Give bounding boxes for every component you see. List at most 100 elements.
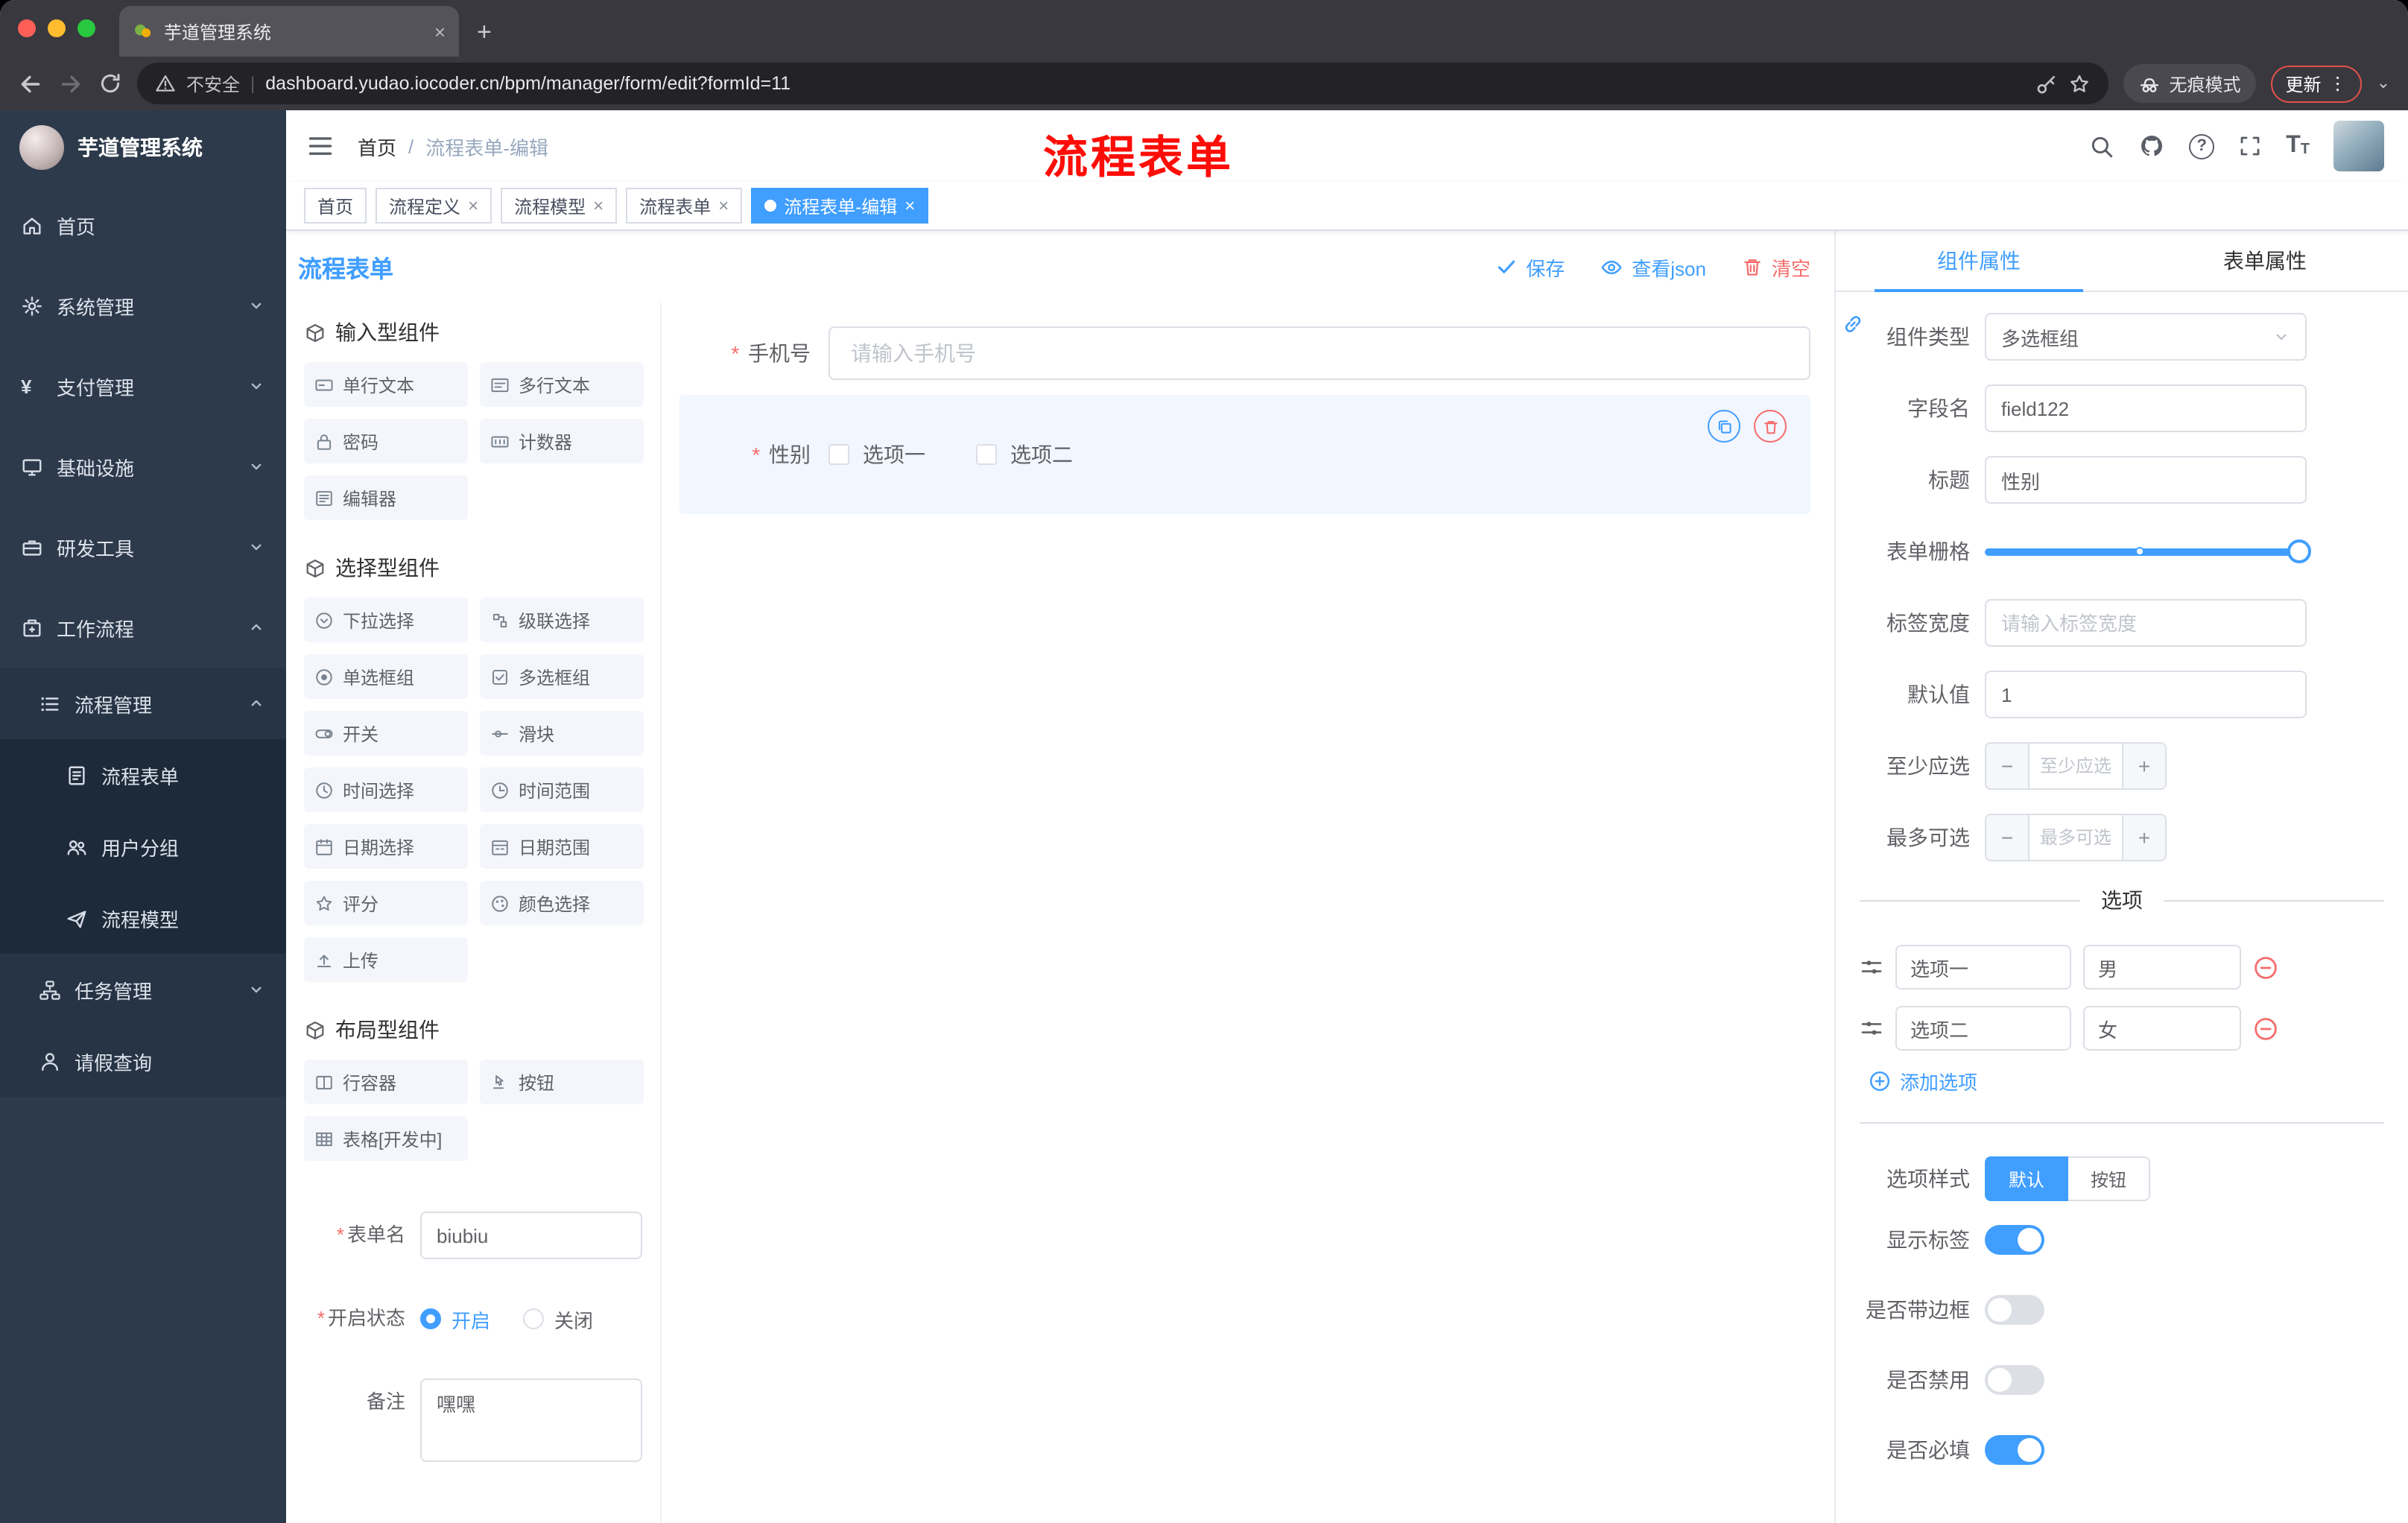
palette-item-checkbox-group[interactable]: 多选框组 xyxy=(480,654,644,699)
palette-item-single-line-text[interactable]: 单行文本 xyxy=(304,362,468,407)
help-icon[interactable]: ? xyxy=(2189,133,2215,159)
sidebar-item-system-management[interactable]: 系统管理 xyxy=(0,265,286,346)
copy-component-button[interactable] xyxy=(1708,410,1740,443)
link-icon[interactable] xyxy=(1842,313,1864,335)
tag-home[interactable]: 首页 xyxy=(304,188,367,224)
tab-component-props[interactable]: 组件属性 xyxy=(1836,231,2122,292)
decrease-button[interactable]: − xyxy=(1986,815,2030,860)
palette-item-rate[interactable]: 评分 xyxy=(304,881,468,925)
label-width-input[interactable] xyxy=(1985,599,2307,647)
security-warning-icon[interactable] xyxy=(155,73,176,94)
sidebar-item-process-management[interactable]: 流程管理 xyxy=(0,668,286,739)
checkbox-option-1[interactable]: 选项一 xyxy=(828,440,925,469)
canvas-field-gender-selected[interactable]: * 性别 选项一 选项二 xyxy=(679,395,1810,514)
palette-item-counter[interactable]: 计数器 xyxy=(480,419,644,463)
profile-caret-icon[interactable]: ⌄ xyxy=(2377,75,2390,92)
canvas-field-phone[interactable]: * 手机号 xyxy=(679,326,1810,380)
decrease-button[interactable]: − xyxy=(1986,744,2030,788)
update-browser-button[interactable]: 更新 ⋮ xyxy=(2270,65,2362,102)
palette-item-row-container[interactable]: 行容器 xyxy=(304,1060,468,1104)
tab-form-props[interactable]: 表单属性 xyxy=(2122,231,2408,291)
palette-item-slider[interactable]: 滑块 xyxy=(480,711,644,756)
palette-item-color-picker[interactable]: 颜色选择 xyxy=(480,881,644,925)
search-icon[interactable] xyxy=(2089,133,2114,159)
font-size-icon[interactable]: TT xyxy=(2286,133,2310,158)
tab-close-icon[interactable]: × xyxy=(434,22,446,41)
default-value-input[interactable] xyxy=(1985,671,2307,718)
tag-close-icon[interactable]: × xyxy=(468,197,478,215)
forward-icon[interactable] xyxy=(58,71,83,96)
option-value-input[interactable] xyxy=(2083,945,2241,990)
option-value-input[interactable] xyxy=(2083,1006,2241,1051)
increase-button[interactable]: + xyxy=(2122,815,2165,860)
increase-button[interactable]: + xyxy=(2122,744,2165,788)
add-option-button[interactable]: 添加选项 xyxy=(1869,1067,2384,1095)
github-icon[interactable] xyxy=(2138,133,2165,159)
palette-item-radio-group[interactable]: 单选框组 xyxy=(304,654,468,699)
title-input[interactable] xyxy=(1985,456,2307,504)
close-window-button[interactable] xyxy=(18,19,36,37)
sidebar-item-leave-query[interactable]: 请假查询 xyxy=(0,1025,286,1097)
border-toggle[interactable] xyxy=(1985,1295,2044,1325)
tag-close-icon[interactable]: × xyxy=(593,197,603,215)
palette-item-cascader[interactable]: 级联选择 xyxy=(480,598,644,642)
sidebar-item-payment-management[interactable]: ¥ 支付管理 xyxy=(0,346,286,426)
palette-item-editor[interactable]: 编辑器 xyxy=(304,475,468,520)
sidebar-item-infrastructure[interactable]: 基础设施 xyxy=(0,426,286,507)
browser-tab[interactable]: 芋道管理系统 × xyxy=(119,6,459,57)
palette-item-upload[interactable]: 上传 xyxy=(304,937,468,982)
fullscreen-icon[interactable] xyxy=(2238,134,2262,158)
field-name-input[interactable] xyxy=(1985,384,2307,432)
radio-enabled[interactable]: 开启 xyxy=(420,1305,490,1333)
tag-process-form-edit[interactable]: 流程表单-编辑 × xyxy=(751,188,929,224)
form-name-input[interactable] xyxy=(420,1212,642,1259)
palette-item-select[interactable]: 下拉选择 xyxy=(304,598,468,642)
palette-item-time-range[interactable]: 时间范围 xyxy=(480,767,644,812)
palette-item-password[interactable]: 密码 xyxy=(304,419,468,463)
tag-close-icon[interactable]: × xyxy=(904,197,915,215)
sidebar-item-user-group[interactable]: 用户分组 xyxy=(0,811,286,882)
show-label-toggle[interactable] xyxy=(1985,1225,2044,1255)
save-button[interactable]: 保存 xyxy=(1496,253,1565,281)
delete-component-button[interactable] xyxy=(1754,410,1787,443)
palette-item-time-picker[interactable]: 时间选择 xyxy=(304,767,468,812)
max-select-input[interactable] xyxy=(2030,815,2122,860)
sidebar-item-process-form[interactable]: 流程表单 xyxy=(0,739,286,811)
view-json-button[interactable]: 查看json xyxy=(1600,253,1706,281)
minimize-window-button[interactable] xyxy=(48,19,66,37)
address-bar[interactable]: 不安全 | dashboard.yudao.iocoder.cn/bpm/man… xyxy=(137,63,2108,104)
option-drag-icon[interactable] xyxy=(1860,955,1883,979)
palette-item-date-range[interactable]: 日期范围 xyxy=(480,824,644,869)
reload-icon[interactable] xyxy=(98,72,122,95)
breadcrumb-home[interactable]: 首页 xyxy=(358,132,396,160)
sidebar-item-task-management[interactable]: 任务管理 xyxy=(0,954,286,1025)
tag-close-icon[interactable]: × xyxy=(718,197,729,215)
grid-slider[interactable] xyxy=(1985,528,2311,575)
palette-item-date-picker[interactable]: 日期选择 xyxy=(304,824,468,869)
clear-button[interactable]: 清空 xyxy=(1742,253,1810,281)
disabled-toggle[interactable] xyxy=(1985,1365,2044,1395)
component-type-select[interactable]: 多选框组 xyxy=(1985,313,2307,361)
sidebar-collapse-icon[interactable] xyxy=(307,133,334,159)
sidebar-item-process-model[interactable]: 流程模型 xyxy=(0,882,286,954)
option-label-input[interactable] xyxy=(1895,945,2071,990)
browser-menu-dots-icon[interactable]: ⋮ xyxy=(2329,73,2347,94)
form-remark-textarea[interactable]: 嘿嘿 xyxy=(420,1378,642,1462)
maximize-window-button[interactable] xyxy=(77,19,95,37)
avatar[interactable] xyxy=(2333,121,2384,171)
tag-process-form[interactable]: 流程表单 × xyxy=(626,188,743,224)
remove-option-button[interactable] xyxy=(2253,1016,2278,1041)
back-icon[interactable] xyxy=(18,71,43,96)
palette-item-table[interactable]: 表格[开发中] xyxy=(304,1116,468,1161)
palette-item-switch[interactable]: 开关 xyxy=(304,711,468,756)
style-button-button[interactable]: 按钮 xyxy=(2068,1156,2151,1201)
tag-process-definition[interactable]: 流程定义 × xyxy=(376,188,492,224)
slider-handle[interactable] xyxy=(2287,539,2311,563)
palette-item-button[interactable]: 按钮 xyxy=(480,1060,644,1104)
palette-item-multi-line-text[interactable]: 多行文本 xyxy=(480,362,644,407)
radio-disabled[interactable]: 关闭 xyxy=(523,1305,593,1333)
required-toggle[interactable] xyxy=(1985,1435,2044,1465)
option-drag-icon[interactable] xyxy=(1860,1016,1883,1040)
password-key-icon[interactable] xyxy=(2035,72,2058,95)
phone-input[interactable] xyxy=(828,326,1810,380)
